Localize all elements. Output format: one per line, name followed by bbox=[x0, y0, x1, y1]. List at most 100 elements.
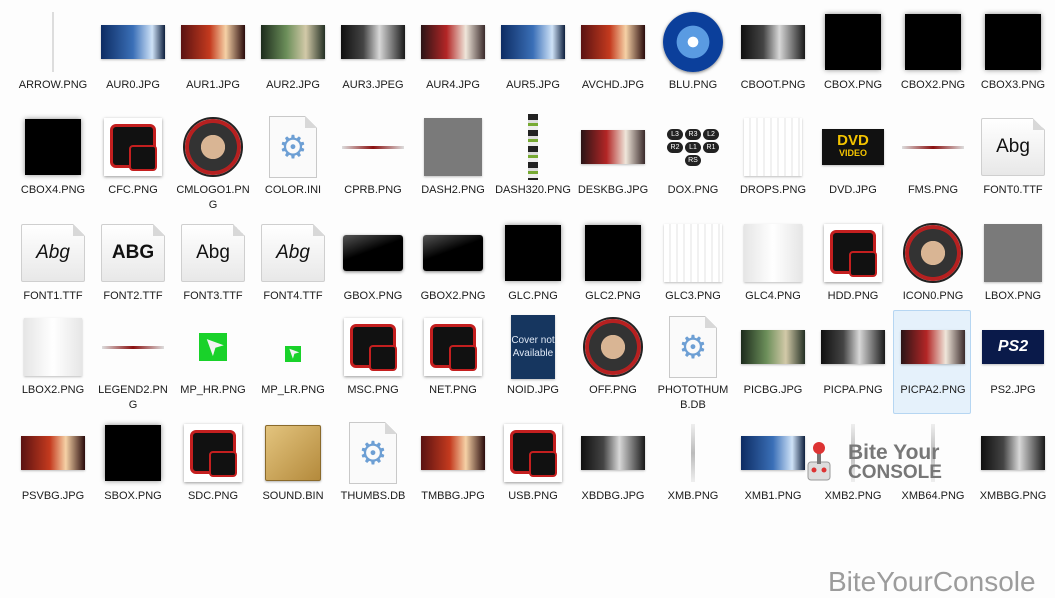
file-thumbnail: Cover not Available bbox=[497, 313, 569, 381]
file-thumbnail bbox=[897, 313, 969, 381]
file-item[interactable]: FMS.PNG bbox=[893, 110, 971, 214]
file-item[interactable]: DROPS.PNG bbox=[733, 110, 811, 214]
file-item[interactable]: SBOX.PNG bbox=[93, 416, 171, 520]
cover-text: Cover not Available bbox=[511, 335, 555, 359]
file-item[interactable]: Abg FONT1.TTF bbox=[13, 216, 91, 320]
file-item[interactable]: ABG FONT2.TTF bbox=[93, 216, 171, 320]
file-item[interactable]: CBOX.PNG bbox=[813, 5, 891, 109]
file-item[interactable]: NET.PNG bbox=[413, 310, 491, 414]
file-item[interactable]: Abg FONT0.TTF bbox=[973, 110, 1051, 214]
file-item[interactable]: PSVBG.JPG bbox=[13, 416, 91, 520]
file-name-label: XMB.PNG bbox=[667, 490, 719, 502]
file-item[interactable]: ⚙ THUMBS.DB bbox=[333, 416, 411, 520]
font-file-icon: Abg bbox=[21, 224, 85, 282]
file-thumbnail bbox=[337, 219, 409, 287]
file-thumbnail bbox=[497, 419, 569, 487]
file-name-label: PICBG.JPG bbox=[743, 384, 803, 396]
file-item[interactable]: GBOX2.PNG bbox=[413, 216, 491, 320]
file-name-label: FONT0.TTF bbox=[983, 184, 1043, 196]
file-item[interactable]: L3 R3 L2 R2 L1 R1 RS DOX.PNG bbox=[653, 110, 731, 214]
file-item[interactable]: AVCHD.JPG bbox=[573, 5, 651, 109]
file-item[interactable]: USB.PNG bbox=[493, 416, 571, 520]
file-item[interactable]: DASH2.PNG bbox=[413, 110, 491, 214]
file-item[interactable]: OFF.PNG bbox=[573, 310, 651, 414]
file-item[interactable]: GLC2.PNG bbox=[573, 216, 651, 320]
file-item[interactable]: Cover not Available NOID.JPG bbox=[493, 310, 571, 414]
black-bar-icon bbox=[343, 235, 403, 271]
file-item[interactable]: ➤ MP_HR.PNG bbox=[173, 310, 251, 414]
file-item[interactable]: DVD VIDEO DVD.JPG bbox=[813, 110, 891, 214]
file-item[interactable]: CFC.PNG bbox=[93, 110, 171, 214]
file-item[interactable]: SDC.PNG bbox=[173, 416, 251, 520]
button-glyph: L1 bbox=[685, 141, 701, 153]
file-item[interactable]: Abg FONT4.TTF bbox=[253, 216, 331, 320]
file-name-label: CBOX4.PNG bbox=[20, 184, 86, 196]
file-item[interactable]: CMLOGO1.PNG bbox=[173, 110, 251, 214]
file-item[interactable]: AUR4.JPG bbox=[413, 5, 491, 109]
file-item[interactable]: XBDBG.JPG bbox=[573, 416, 651, 520]
file-name-label: GLC4.PNG bbox=[745, 290, 801, 302]
file-item[interactable]: AUR5.JPG bbox=[493, 5, 571, 109]
font-file-icon: Abg bbox=[181, 224, 245, 282]
file-item[interactable]: MSC.PNG bbox=[333, 310, 411, 414]
file-item[interactable]: PICPA2.PNG bbox=[893, 310, 971, 414]
file-item[interactable]: CBOX2.PNG bbox=[893, 5, 971, 109]
file-item[interactable]: GLC.PNG bbox=[493, 216, 571, 320]
font-file-icon: Abg bbox=[981, 118, 1045, 176]
file-item[interactable]: LEGEND2.PNG bbox=[93, 310, 171, 414]
file-name-label: CBOX3.PNG bbox=[980, 79, 1046, 91]
file-thumbnail: Abg bbox=[177, 219, 249, 287]
file-item[interactable]: XMBBG.PNG bbox=[973, 416, 1051, 520]
file-item[interactable]: AUR2.JPG bbox=[253, 5, 331, 109]
file-item[interactable]: PICPA.PNG bbox=[813, 310, 891, 414]
file-item[interactable]: XMB.PNG bbox=[653, 416, 731, 520]
file-thumbnail bbox=[817, 8, 889, 76]
file-item[interactable]: GBOX.PNG bbox=[333, 216, 411, 320]
file-item[interactable]: Abg FONT3.TTF bbox=[173, 216, 251, 320]
file-item[interactable]: LBOX2.PNG bbox=[13, 310, 91, 414]
font-sample-text: Abg bbox=[276, 242, 310, 263]
file-name-label: CBOX2.PNG bbox=[900, 79, 966, 91]
file-item[interactable]: ➤ MP_LR.PNG bbox=[253, 310, 331, 414]
file-name-label: AVCHD.JPG bbox=[581, 79, 645, 91]
file-name-label: ARROW.PNG bbox=[18, 79, 88, 91]
file-item[interactable]: DESKBG.JPG bbox=[573, 110, 651, 214]
file-thumbnail bbox=[97, 313, 169, 381]
file-item[interactable]: TMBBG.JPG bbox=[413, 416, 491, 520]
file-thumbnail: ⚙ bbox=[257, 113, 329, 181]
file-item[interactable]: ⚙ PHOTOTHUMB.DB bbox=[653, 310, 731, 414]
file-item[interactable]: SOUND.BIN bbox=[253, 416, 331, 520]
frame-inner bbox=[849, 251, 877, 277]
photo-thumbnail-icon bbox=[21, 436, 85, 470]
file-item[interactable]: CBOOT.PNG bbox=[733, 5, 811, 109]
settings-document-icon: ⚙ bbox=[669, 316, 717, 378]
file-name-label: GLC.PNG bbox=[508, 290, 558, 302]
file-item[interactable]: CBOX3.PNG bbox=[973, 5, 1051, 109]
black-bar-icon bbox=[423, 235, 483, 271]
file-item[interactable]: GLC4.PNG bbox=[733, 216, 811, 320]
dvd-text: DVD bbox=[837, 132, 869, 149]
file-thumbnail: PS2 bbox=[977, 313, 1049, 381]
file-item[interactable]: CBOX4.PNG bbox=[13, 110, 91, 214]
file-name-label: PICPA.PNG bbox=[823, 384, 883, 396]
file-item[interactable]: ICON0.PNG bbox=[893, 216, 971, 320]
file-item[interactable]: AUR3.JPEG bbox=[333, 5, 411, 109]
file-thumbnail bbox=[177, 8, 249, 76]
file-item[interactable]: GLC3.PNG bbox=[653, 216, 731, 320]
file-item[interactable]: ARROW.PNG bbox=[13, 5, 91, 109]
file-item[interactable]: AUR1.JPG bbox=[173, 5, 251, 109]
file-item[interactable]: PS2 PS2.JPG bbox=[973, 310, 1051, 414]
file-name-label: NOID.JPG bbox=[507, 384, 559, 396]
file-item[interactable]: ⚙ COLOR.INI bbox=[253, 110, 331, 214]
file-thumbnail: ➤ bbox=[177, 313, 249, 381]
file-name-label: FONT4.TTF bbox=[263, 290, 323, 302]
file-item[interactable]: BLU.PNG bbox=[653, 5, 731, 109]
file-item[interactable]: HDD.PNG bbox=[813, 216, 891, 320]
file-thumbnail bbox=[257, 8, 329, 76]
file-item[interactable]: AUR0.JPG bbox=[93, 5, 171, 109]
file-item[interactable]: PICBG.JPG bbox=[733, 310, 811, 414]
frame-inner bbox=[129, 145, 157, 171]
file-item[interactable]: CPRB.PNG bbox=[333, 110, 411, 214]
file-item[interactable]: DASH320.PNG bbox=[493, 110, 571, 214]
file-item[interactable]: LBOX.PNG bbox=[973, 216, 1051, 320]
